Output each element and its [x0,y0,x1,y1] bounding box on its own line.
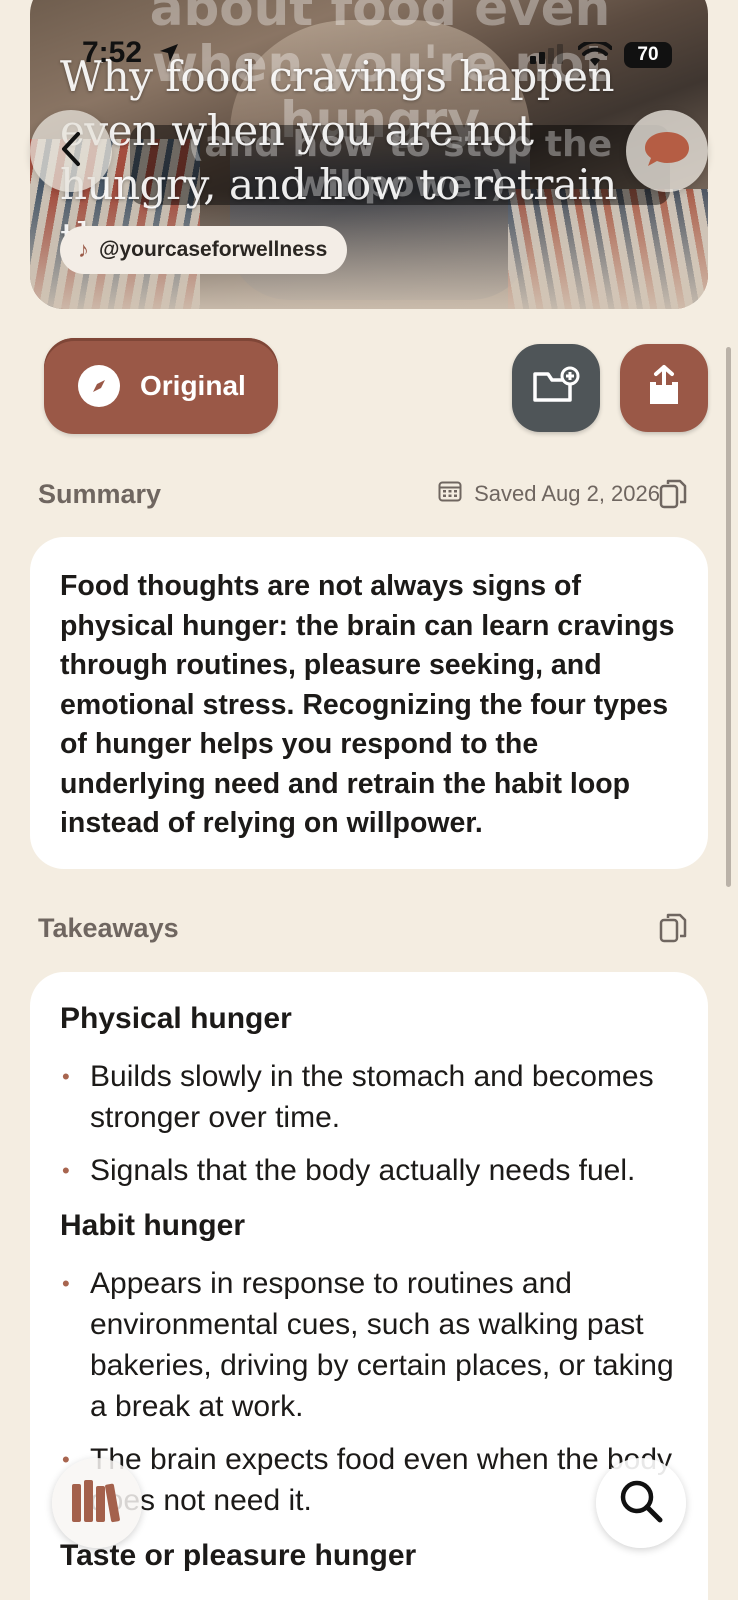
chat-bubble-icon [642,129,692,174]
back-button[interactable] [30,110,112,192]
original-button[interactable]: Original [44,338,278,434]
calendar-icon [438,480,462,508]
summary-heading: Summary [38,478,162,509]
takeaway-bullet: Builds slowly in the stomach and becomes… [60,1056,680,1138]
summary-text: Food thoughts are not always signs of ph… [60,570,675,839]
summary-card: Food thoughts are not always signs of ph… [30,537,708,869]
original-button-label: Original [140,370,246,401]
library-books-icon [70,1478,124,1529]
takeaway-bullet: Appears in response to routines and envi… [60,1263,680,1427]
status-time: 7:52 [82,36,143,69]
add-to-folder-button[interactable] [512,344,600,432]
takeaway-section-title: Taste or pleasure hunger [60,1539,417,1572]
cellular-signal-icon [530,44,563,64]
battery-indicator: 70 [624,42,672,68]
scrollbar[interactable] [726,347,731,887]
library-button[interactable] [52,1458,142,1548]
search-icon [618,1478,664,1529]
takeaways-heading: Takeaways [38,912,179,943]
creator-handle-chip[interactable]: ♪ @yourcaseforwellness [60,226,348,274]
takeaway-list: Appears in response to routines and envi… [60,1263,680,1521]
chat-button[interactable] [626,110,708,192]
takeaway-list: Builds slowly in the stomach and becomes… [60,1056,680,1191]
takeaway-bullet: Signals that the body actually needs fue… [60,1150,680,1191]
takeaway-section-title: Habit hunger [60,1209,245,1242]
share-icon [645,364,683,413]
search-button[interactable] [596,1458,686,1548]
saved-date-text: Saved Aug 2, 2026 [474,481,660,506]
wifi-icon [577,39,613,73]
copy-takeaways-icon[interactable] [658,912,688,949]
copy-summary-icon[interactable] [658,478,688,515]
music-note-icon: ♪ [78,237,89,262]
takeaway-bullet: The brain expects food even when the bod… [60,1439,680,1521]
folder-add-icon [532,366,580,411]
chevron-left-icon [56,130,86,173]
status-bar: 7:52 70 [0,36,738,76]
location-arrow-icon [158,42,180,69]
compass-icon [78,365,120,407]
takeaway-section-title: Physical hunger [60,1002,292,1035]
takeaways-header: Takeaways [38,908,688,948]
creator-handle: @yourcaseforwellness [99,238,328,261]
share-button[interactable] [620,344,708,432]
saved-date: Saved Aug 2, 2026 [438,480,660,508]
summary-header: Summary Saved Aug 2, 2026 [38,474,688,514]
